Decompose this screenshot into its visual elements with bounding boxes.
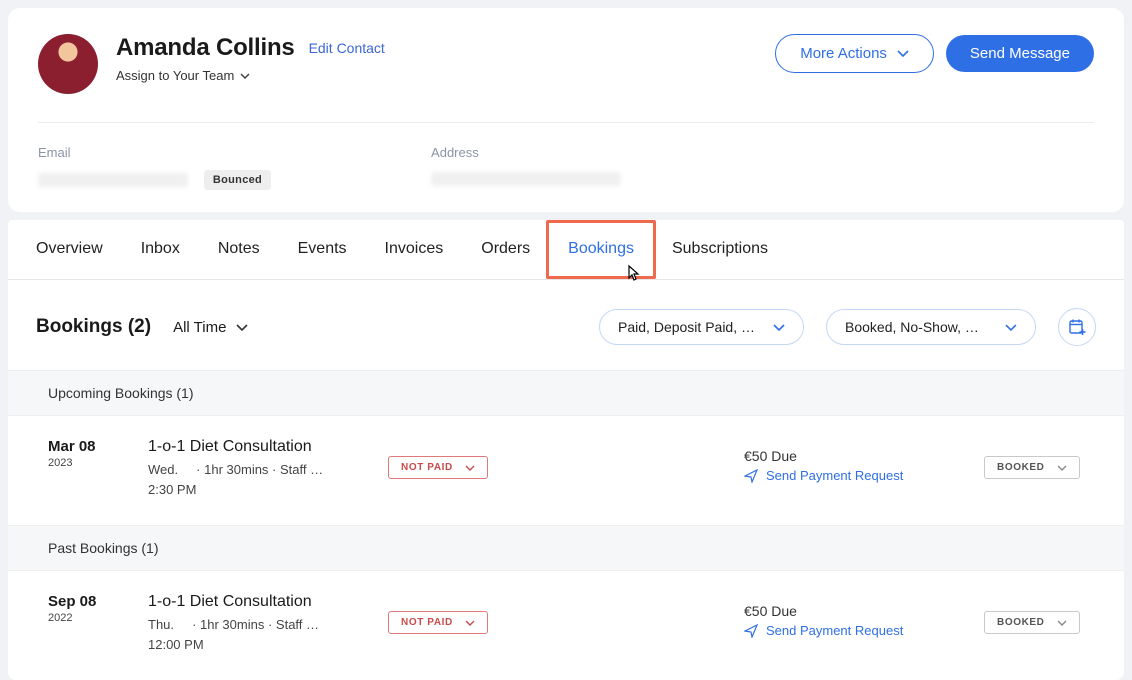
tab-events[interactable]: Events <box>298 220 347 279</box>
booking-row[interactable]: Sep 08 2022 1-o-1 Diet Consultation Thu.… <box>8 571 1124 680</box>
booking-details: 1-o-1 Diet Consultation Thu. 1hr 30mins S… <box>148 593 348 654</box>
contact-tabs: Overview Inbox Notes Events Invoices Ord… <box>8 220 1124 280</box>
bounced-badge: Bounced <box>204 170 271 190</box>
calendar-plus-icon <box>1068 318 1086 336</box>
past-section-header: Past Bookings (1) <box>8 525 1124 571</box>
status-filter-label: Booked, No-Show, C… <box>845 319 987 335</box>
booking-status-label: BOOKED <box>997 617 1045 628</box>
time-filter-dropdown[interactable]: All Time <box>173 319 248 336</box>
booking-duration: 1hr 30mins <box>200 617 264 632</box>
tab-subscriptions[interactable]: Subscriptions <box>672 220 768 279</box>
bookings-title: Bookings (2) <box>36 316 151 338</box>
address-label: Address <box>431 145 621 160</box>
chevron-down-icon <box>1057 620 1067 626</box>
send-payment-request-label: Send Payment Request <box>766 623 903 638</box>
send-message-button[interactable]: Send Message <box>946 35 1094 72</box>
contact-header-card: Amanda Collins Edit Contact Assign to Yo… <box>8 8 1124 212</box>
divider <box>38 122 1094 123</box>
booking-due-amount: €50 Due <box>744 448 944 464</box>
chevron-down-icon <box>1057 465 1067 471</box>
booking-date: Mar 08 2023 <box>48 438 108 469</box>
time-filter-label: All Time <box>173 319 226 336</box>
chevron-down-icon <box>897 50 909 57</box>
tab-overview[interactable]: Overview <box>36 220 103 279</box>
send-payment-request-link[interactable]: Send Payment Request <box>744 468 903 483</box>
booking-status-label: BOOKED <box>997 462 1045 473</box>
email-info: Email Bounced <box>38 145 271 190</box>
tab-orders[interactable]: Orders <box>481 220 530 279</box>
payment-status-chip[interactable]: NOT PAID <box>388 456 488 479</box>
tab-inbox[interactable]: Inbox <box>141 220 180 279</box>
booking-status-chip[interactable]: BOOKED <box>984 456 1080 479</box>
chevron-down-icon <box>465 465 475 471</box>
tab-invoices[interactable]: Invoices <box>385 220 444 279</box>
send-icon <box>744 469 758 483</box>
upcoming-section-header: Upcoming Bookings (1) <box>8 370 1124 416</box>
more-actions-button[interactable]: More Actions <box>775 34 934 73</box>
booking-details: 1-o-1 Diet Consultation Wed. 1hr 30mins S… <box>148 438 348 499</box>
chevron-down-icon <box>1005 324 1017 331</box>
assign-team-label: Assign to Your Team <box>116 68 234 83</box>
address-value-redacted <box>431 172 621 186</box>
booking-date-main: Mar 08 <box>48 438 108 455</box>
status-filter-dropdown[interactable]: Booked, No-Show, C… <box>826 309 1036 345</box>
payment-filter-dropdown[interactable]: Paid, Deposit Paid, … <box>599 309 804 345</box>
tab-bookings-label: Bookings <box>568 240 634 257</box>
chevron-down-icon <box>240 73 250 79</box>
booking-service-title: 1-o-1 Diet Consultation <box>148 438 348 456</box>
send-payment-request-label: Send Payment Request <box>766 468 903 483</box>
booking-day: Thu. <box>148 617 174 632</box>
chevron-down-icon <box>773 324 785 331</box>
booking-due-amount: €50 Due <box>744 603 944 619</box>
payment-status-chip[interactable]: NOT PAID <box>388 611 488 634</box>
edit-contact-link[interactable]: Edit Contact <box>309 40 385 56</box>
booking-row[interactable]: Mar 08 2023 1-o-1 Diet Consultation Wed.… <box>8 416 1124 525</box>
booking-date-year: 2023 <box>48 457 108 469</box>
send-payment-request-link[interactable]: Send Payment Request <box>744 623 903 638</box>
booking-time: 12:00 PM <box>148 637 204 652</box>
email-label: Email <box>38 145 271 160</box>
booking-duration: 1hr 30mins <box>204 462 268 477</box>
booking-day: Wed. <box>148 462 178 477</box>
bookings-panel: Bookings (2) All Time Paid, Deposit Paid… <box>8 280 1124 680</box>
payment-status-label: NOT PAID <box>401 617 453 628</box>
new-booking-button[interactable] <box>1058 308 1096 346</box>
email-value-redacted <box>38 173 188 187</box>
payment-filter-label: Paid, Deposit Paid, … <box>618 319 755 335</box>
booking-date-main: Sep 08 <box>48 593 108 610</box>
booking-service-title: 1-o-1 Diet Consultation <box>148 593 348 611</box>
address-info: Address <box>431 145 621 190</box>
send-message-label: Send Message <box>970 45 1070 62</box>
more-actions-label: More Actions <box>800 45 887 62</box>
booking-time: 2:30 PM <box>148 482 196 497</box>
tab-notes[interactable]: Notes <box>218 220 260 279</box>
send-icon <box>744 624 758 638</box>
booking-date-year: 2022 <box>48 612 108 624</box>
chevron-down-icon <box>465 620 475 626</box>
assign-team-dropdown[interactable]: Assign to Your Team <box>116 68 250 83</box>
chevron-down-icon <box>236 324 248 331</box>
booking-status-chip[interactable]: BOOKED <box>984 611 1080 634</box>
payment-status-label: NOT PAID <box>401 462 453 473</box>
tab-bookings[interactable]: Bookings <box>546 220 656 279</box>
booking-staff: Staff … <box>280 462 323 477</box>
booking-staff: Staff … <box>276 617 319 632</box>
contact-name: Amanda Collins <box>116 34 295 62</box>
booking-date: Sep 08 2022 <box>48 593 108 624</box>
avatar[interactable] <box>38 34 98 94</box>
